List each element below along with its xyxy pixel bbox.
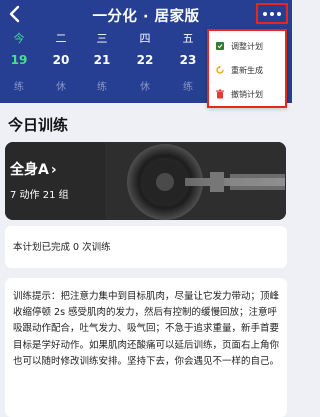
more-dot: [270, 11, 274, 16]
day-date: 22: [136, 53, 154, 67]
day-date: 20: [52, 53, 70, 67]
day-weekday: 四: [139, 32, 151, 45]
menu-item-regenerate[interactable]: 重新生成: [215, 63, 287, 77]
workout-card[interactable]: [5, 142, 286, 220]
adjust-plan-icon: [216, 42, 224, 50]
options-menu: 调整计划 重新生成 撤销计划: [207, 29, 287, 108]
day-status: 休: [140, 82, 150, 93]
workout-summary: 7 动作 21 组: [10, 190, 69, 201]
page-title: 一分化 · 居家版: [92, 9, 200, 25]
workout-name: 全身A ›: [10, 159, 57, 179]
menu-item-label: 撤销计划: [231, 89, 263, 99]
more-horizontal-icon: [263, 11, 267, 16]
day-column-wed[interactable]: 三 21 练: [83, 26, 121, 98]
day-column-thu[interactable]: 四 22 休: [126, 26, 164, 98]
day-date: 23: [179, 53, 197, 67]
day-status: 练: [183, 82, 193, 93]
day-column-tue[interactable]: 二 20 休: [42, 26, 80, 98]
section-title: 今日训练: [8, 116, 69, 134]
menu-item-delete-plan[interactable]: 撤销计划: [215, 87, 287, 101]
day-status: 练: [97, 82, 107, 93]
day-status: 休: [56, 82, 66, 93]
day-weekday: 二: [55, 32, 67, 45]
day-date: 19: [10, 53, 28, 67]
menu-item-label: 重新生成: [231, 65, 263, 75]
training-tips: 训练提示：把注意力集中到目标肌肉，尽量让它发力带动；顶峰收缩停顿 2s 感受肌肉…: [13, 291, 280, 367]
menu-item-adjust-plan[interactable]: 调整计划: [215, 39, 287, 53]
day-weekday: 三: [96, 32, 108, 45]
day-column-mon[interactable]: 今 19 练: [0, 26, 38, 98]
chevron-right-icon: ›: [50, 162, 57, 178]
dumbbell-photo: [5, 142, 286, 220]
day-weekday: 五: [182, 32, 194, 45]
more-dot: [277, 11, 281, 16]
menu-item-label: 调整计划: [231, 41, 263, 51]
day-column-fri[interactable]: 五 23 练: [169, 26, 207, 98]
completion-count: 本计划已完成 0 次训练: [13, 242, 111, 253]
day-date: 21: [93, 53, 111, 67]
regenerate-icon: [216, 65, 224, 74]
workout-name-text: 全身A: [10, 162, 49, 178]
more-options-button[interactable]: [256, 3, 288, 24]
day-weekday: 今: [13, 32, 25, 45]
day-status: 练: [14, 82, 24, 93]
delete-plan-icon: [216, 89, 224, 99]
